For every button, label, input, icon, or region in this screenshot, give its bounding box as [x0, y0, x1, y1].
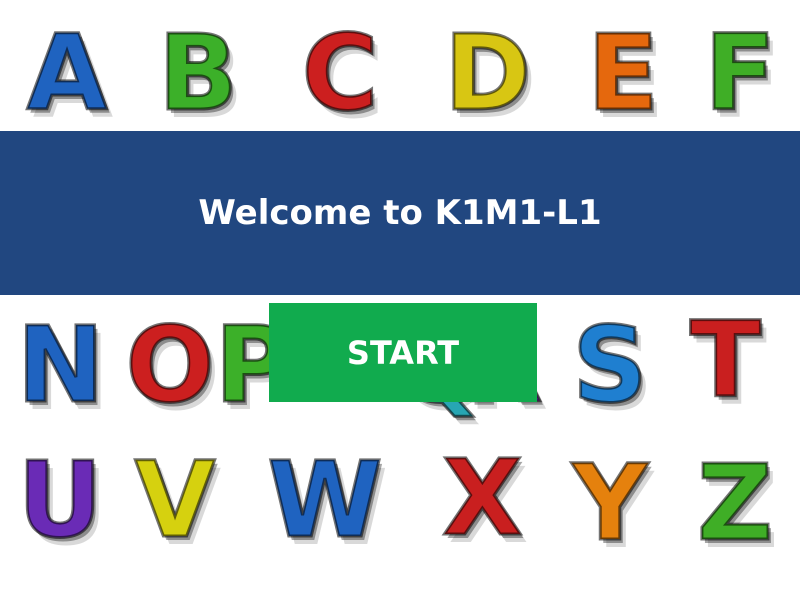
welcome-banner: Welcome to K1M1-L1: [0, 131, 800, 295]
letter-n: N: [15, 304, 105, 426]
letter-d: D: [443, 12, 532, 134]
letter-c: C: [300, 12, 379, 134]
letter-z: Z: [696, 441, 774, 564]
letter-a: A: [25, 12, 109, 134]
letter-y: Y: [571, 441, 649, 564]
letters-row-top: A B C D E F: [0, 18, 800, 128]
letter-b: B: [157, 12, 239, 134]
letter-v: V: [133, 439, 217, 561]
letter-x: X: [441, 436, 524, 559]
letter-s: S: [571, 304, 649, 426]
letters-row-bottom: U V W X Y Z: [0, 440, 800, 556]
letter-t: T: [689, 299, 763, 421]
letter-o: O: [124, 304, 215, 426]
start-button-label: START: [346, 333, 460, 372]
letter-e: E: [586, 12, 660, 134]
letter-w: W: [266, 439, 384, 561]
welcome-title: Welcome to K1M1-L1: [198, 193, 602, 233]
letter-u: U: [16, 439, 103, 561]
letter-f: F: [703, 12, 777, 134]
start-button[interactable]: START: [269, 303, 537, 402]
